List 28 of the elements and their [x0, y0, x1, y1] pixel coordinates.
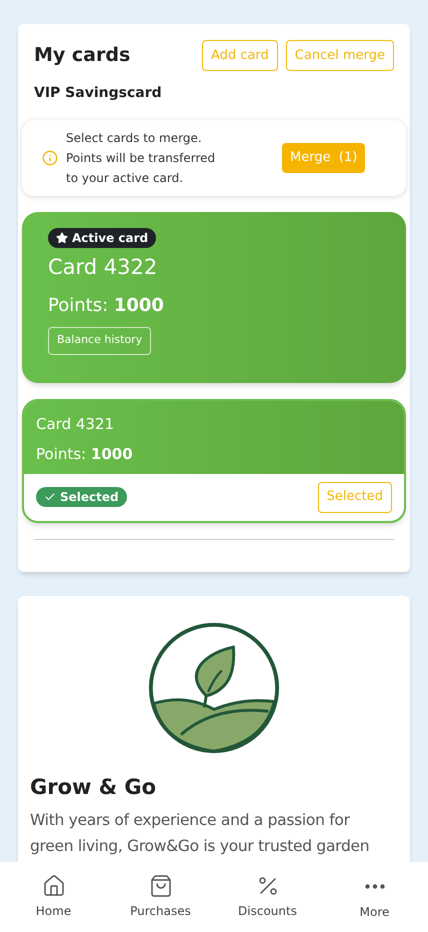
card-points: Points: 1000: [48, 294, 164, 318]
notice-text: to your active card.: [66, 170, 184, 187]
card-name: Card 4322: [48, 254, 158, 281]
nav-tab[interactable]: Discounts: [214, 862, 321, 932]
info-icon: [42, 150, 58, 166]
loyalty-card[interactable]: Card 4321 Points: 1000 Selected Selected: [22, 398, 406, 522]
program-name: VIP Savingscard: [34, 84, 163, 103]
card-points: Points: 1000: [36, 444, 134, 465]
card-name: Card 4321: [36, 414, 116, 434]
nav-tab[interactable]: More: [321, 862, 428, 932]
cancel-merge-button[interactable]: Cancel merge: [286, 40, 394, 71]
store-description: With years of experience and a passion for green living, Grow&Go is your trusted garden: [30, 810, 370, 857]
selected-badge: Selected: [36, 487, 127, 507]
home-icon: [42, 874, 66, 898]
nav-tab[interactable]: Home: [0, 862, 107, 932]
merge-button[interactable]: Merge (1): [282, 143, 366, 173]
notice-text: Select cards to merge.: [66, 130, 203, 147]
more-icon: [364, 884, 384, 888]
nav-tab[interactable]: Purchases: [107, 862, 214, 932]
bag-icon: [148, 874, 172, 898]
add-card-button[interactable]: Add card: [202, 40, 278, 71]
page-title: My cards: [34, 43, 130, 68]
store-title: Grow & Go: [30, 774, 158, 800]
select-button[interactable]: Selected: [318, 482, 392, 512]
notice-text: Points will be transferred: [66, 150, 216, 167]
loyalty-card[interactable]: Active card Card 4322 Points: 1000 Balance history: [22, 212, 406, 382]
balance-history-button[interactable]: Balance history: [48, 326, 152, 354]
active-card-badge: Active card: [48, 228, 156, 248]
